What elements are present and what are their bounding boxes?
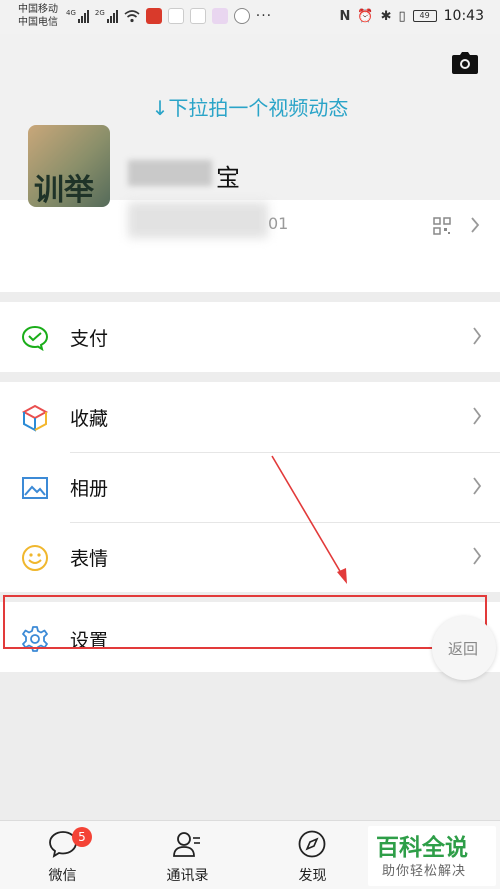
signal-icon-1: 4G [66,9,89,23]
floating-back-button[interactable]: 返回 [432,616,496,680]
signal-icon-2: 2G [95,9,118,23]
nfc-icon: N [339,8,351,24]
carrier-info: 中国移动 中国电信 [18,3,58,29]
chevron-right-icon [473,327,482,345]
pay-section: 支付 [0,302,500,372]
watermark-title: 百科全说 [376,835,468,861]
floating-back-label: 返回 [448,640,479,658]
carrier-1: 中国移动 [18,4,58,15]
tab-discover[interactable]: 发现 [250,821,375,889]
vibrate-icon: ▯ [398,8,406,24]
wechat-id-blurred [128,202,268,238]
profile-card[interactable]: 01 [0,200,500,292]
unread-badge: 5 [72,827,92,847]
wechat-id: 01 [268,214,289,233]
clock: 10:43 [443,8,484,24]
chevron-right-icon [471,217,480,233]
map-notification-icon [167,8,184,24]
menu-label-pay: 支付 [70,328,109,350]
menu-label-stickers: 表情 [70,548,109,570]
menu-item-album[interactable]: 相册 [0,452,500,522]
tab-label-chats: 微信 [48,868,77,884]
watermark-subtitle: 助你轻松解决 [382,864,467,879]
cube-icon [21,404,49,432]
annotation-highlight-box [3,595,487,649]
contacts-icon [173,832,200,857]
camera-icon[interactable] [452,52,478,74]
tab-label-discover: 发现 [298,868,327,884]
avatar[interactable]: 训举 [28,125,110,207]
menu-item-favorites[interactable]: 收藏 [0,382,500,452]
tab-contacts[interactable]: 通讯录 [125,821,250,889]
menu-item-pay[interactable]: 支付 [0,302,500,372]
status-left-icons: 4G 2G ··· [66,8,272,24]
paw-notification-icon [189,8,206,24]
menu-label-album: 相册 [70,478,109,500]
menu-label-favorites: 收藏 [70,408,109,430]
shield-notification-icon [233,8,250,24]
chevron-right-icon [473,477,482,495]
app-notification-icon [145,8,162,24]
wifi-icon [124,10,140,23]
browser-notification-icon [211,8,228,24]
nickname-blurred [128,160,212,186]
carrier-2: 中国电信 [18,17,58,28]
nickname: 宝 [216,164,240,192]
image-icon [22,477,48,499]
alarm-icon: ⏰ [357,8,374,24]
smiley-icon [22,545,48,571]
bluetooth-icon: ✱ [380,8,392,24]
pull-down-hint[interactable]: ↓下拉拍一个视频动态 [0,92,500,121]
status-bar: 中国移动 中国电信 4G 2G ··· N ⏰ ✱ ▯ 49 10:43 [0,0,500,34]
more-dots-icon: ··· [255,8,273,24]
chevron-right-icon [473,407,482,425]
tab-chats[interactable]: 5 微信 [0,821,125,889]
pay-icon [21,325,49,352]
status-right-icons: N ⏰ ✱ ▯ 49 10:43 [340,8,485,24]
menu-item-stickers[interactable]: 表情 [0,522,500,592]
chevron-right-icon [473,547,482,565]
compass-icon [298,830,326,858]
content-section: 收藏 相册 表情 [0,382,500,592]
watermark-logo: 百科全说 助你轻松解决 [368,826,496,886]
avatar-text: 训举 [34,173,94,207]
qr-code-icon[interactable] [433,217,451,235]
tab-label-contacts: 通讯录 [166,868,209,884]
battery-icon: 49 [412,10,437,22]
